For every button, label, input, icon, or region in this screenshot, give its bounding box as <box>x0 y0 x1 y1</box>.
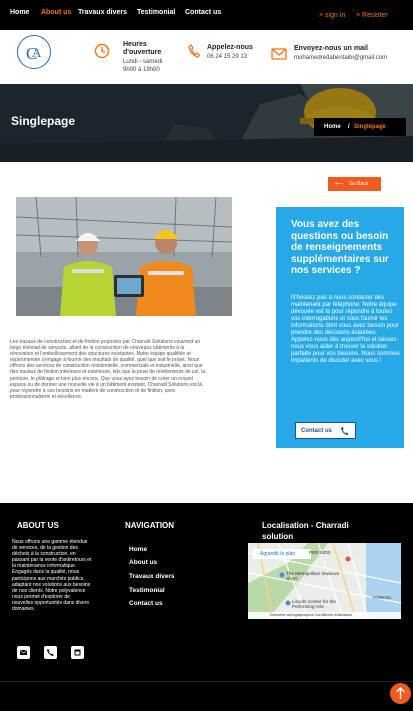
svg-text:A: A <box>32 45 42 60</box>
contact-us-button[interactable]: Contact us <box>295 422 356 439</box>
hours-time: 9h00 à 18h00 <box>123 67 160 73</box>
footer-about-text: Nous offrons une gamme étendue de servic… <box>12 539 92 613</box>
footer-map-title-line1: Localisation - Charradi <box>262 521 349 530</box>
info-header: C A Heures d'ouverture Lundi - samedi 9h… <box>0 30 413 84</box>
footer-nav-contact-us[interactable]: Contact us <box>129 600 163 607</box>
phone-icon[interactable] <box>44 646 57 659</box>
map-attribution-text: Données cartographiques Conditions d'uti… <box>270 613 353 617</box>
nav-testimonial[interactable]: Testimonial <box>137 9 175 16</box>
email-address[interactable]: mohamedredabentaibi@gmail.com <box>294 54 387 62</box>
arrow-up-icon <box>396 687 405 699</box>
enlarge-map-label: Agrandir le plan <box>260 551 296 557</box>
contact-card-title: Vous avez des questions ou besoin de ren… <box>291 219 389 276</box>
calendar-icon[interactable] <box>71 646 84 659</box>
mail-icon <box>271 47 287 65</box>
map-label-per-side: PER SIDE <box>309 550 331 555</box>
footer-nav-testimonial[interactable]: Testimonial <box>129 587 165 594</box>
location-map[interactable]: Agrandir le plan PER SIDE The Metropolit… <box>248 543 401 619</box>
scroll-to-top-button[interactable] <box>390 683 411 704</box>
top-navigation: Home About us Travaux divers Testimonial… <box>0 0 413 30</box>
workers-photo <box>16 197 232 316</box>
footer-nav-title: NAVIGATION <box>125 521 175 530</box>
footer-nav-home[interactable]: Home <box>129 546 147 553</box>
nav-contact-us[interactable]: Contact us <box>185 9 221 16</box>
footer: ABOUT US Nous offrons une gamme étendue … <box>0 503 413 711</box>
email-title: Envoyez-nous un mail <box>294 45 368 52</box>
clock-icon <box>94 43 110 64</box>
nav-travaux-divers[interactable]: Travaux divers <box>78 9 127 16</box>
nav-home[interactable]: Home <box>10 9 29 16</box>
phone-icon <box>188 44 201 63</box>
contact-card: Vous avez des questions ou besoin de ren… <box>276 207 404 448</box>
contact-card-text: N'hésitez pas à nous contacter dès maint… <box>291 295 400 364</box>
go-back-button[interactable]: ⟵ Go Back <box>328 177 381 191</box>
breadcrumb-separator: / <box>348 124 350 130</box>
contact-us-label: Contact us <box>301 428 333 434</box>
sign-in-link[interactable]: > sign in <box>319 12 345 19</box>
map-label-yorkville: YORKVIL <box>372 595 392 600</box>
footer-about-title: ABOUT US <box>17 521 59 530</box>
nav-about-us[interactable]: About us <box>41 9 71 16</box>
map-label-metropolitan: The Metropolitan Museum of Art <box>286 571 340 581</box>
arrow-left-icon: ⟵ <box>335 181 344 187</box>
breadcrumb-current: Singlepage <box>354 124 387 130</box>
footer-nav-about-us[interactable]: About us <box>129 559 157 566</box>
hours-title-line1: Heures <box>123 41 147 48</box>
hours-title-line2: d'ouverture <box>123 49 162 56</box>
email-icon[interactable] <box>17 646 30 659</box>
service-description: Les travaux de construction et de finiti… <box>10 339 206 400</box>
phone-title: Appelez-nous <box>207 44 253 51</box>
company-logo[interactable]: C A <box>17 35 51 69</box>
phone-number[interactable]: 06 24 15 29 13 <box>207 53 247 61</box>
breadcrumb-home[interactable]: Home <box>324 124 341 130</box>
enlarge-map-button[interactable]: Agrandir le plan <box>253 549 311 559</box>
phone-icon <box>340 426 349 438</box>
footer-divider <box>0 681 413 682</box>
page-title: Singlepage <box>11 114 76 128</box>
go-back-label: Go Back <box>349 181 369 187</box>
breadcrumb: Home / Singlepage <box>314 118 406 136</box>
register-link[interactable]: > Resister <box>356 12 388 19</box>
map-label-lincoln-center: Lincoln Center for the Performing Arts <box>292 599 336 609</box>
map-attribution: Données cartographiques Conditions d'uti… <box>248 612 401 619</box>
footer-map-title-line2: solution <box>262 532 294 541</box>
footer-nav-travaux-divers[interactable]: Travaux divers <box>129 573 175 580</box>
hours-days: Lundi - samedi <box>123 59 163 65</box>
